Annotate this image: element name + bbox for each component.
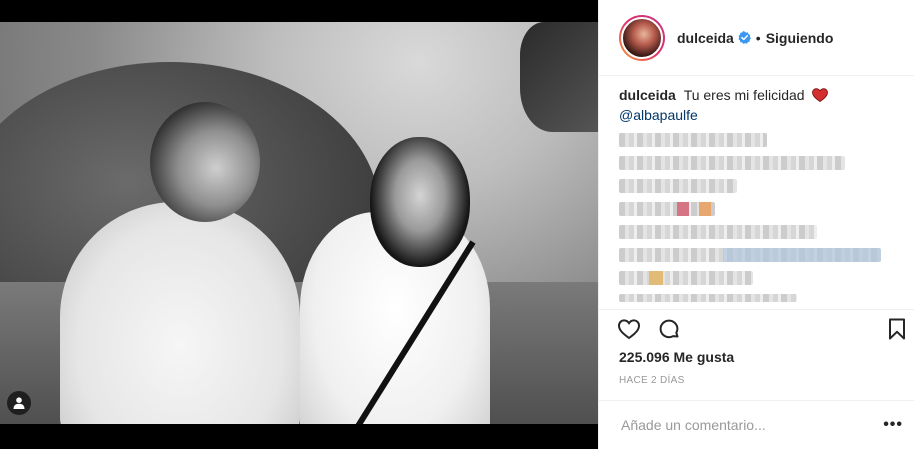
- photo-person-right-head: [370, 137, 470, 267]
- blurred-comment: [619, 156, 845, 170]
- avatar[interactable]: [621, 16, 663, 59]
- red-heart-icon: [812, 88, 829, 106]
- comments-section: dulceida Tu eres mi felicidad @albapaulf…: [619, 86, 899, 302]
- header-text: dulceida • Siguiendo: [677, 30, 833, 46]
- post-photo[interactable]: [0, 22, 598, 424]
- heart-outline-icon: [617, 319, 641, 340]
- more-options-button[interactable]: •••: [883, 417, 903, 433]
- blurred-comment: [619, 202, 715, 216]
- following-button[interactable]: Siguiendo: [766, 30, 834, 46]
- header-username-link[interactable]: dulceida: [677, 30, 734, 46]
- likes-count[interactable]: 225.096 Me gusta: [619, 349, 734, 365]
- bookmark-icon: [889, 318, 905, 340]
- comment-input[interactable]: [621, 417, 884, 433]
- blurred-comment: [619, 271, 753, 285]
- comment-button[interactable]: [655, 316, 683, 342]
- caption-username-link[interactable]: dulceida: [619, 87, 676, 103]
- divider: [599, 309, 914, 310]
- photo-person-left-head: [150, 102, 260, 222]
- blurred-comment: [619, 225, 817, 239]
- blurred-comment: [619, 179, 737, 193]
- caption-text: Tu eres mi felicidad: [683, 87, 805, 103]
- blurred-comment: [619, 248, 881, 262]
- mention-link[interactable]: @albapaulfe: [619, 106, 899, 124]
- post-actions: [615, 316, 911, 342]
- post-sidebar: dulceida • Siguiendo dulceida Tu eres mi…: [598, 0, 914, 449]
- post-photo-pane: [0, 0, 598, 449]
- person-icon: [13, 397, 25, 409]
- verified-badge-icon: [738, 31, 751, 44]
- like-button[interactable]: [615, 316, 643, 342]
- post-timestamp[interactable]: HACE 2 DÍAS: [619, 375, 685, 386]
- comment-bubble-icon: [659, 319, 679, 339]
- story-ring[interactable]: [619, 14, 665, 61]
- comment-bar: •••: [599, 400, 914, 449]
- header-separator: •: [755, 29, 761, 46]
- caption: dulceida Tu eres mi felicidad @albapaulf…: [619, 86, 899, 124]
- save-button[interactable]: [883, 316, 911, 342]
- post-header: dulceida • Siguiendo: [599, 0, 914, 76]
- blurred-comment: [619, 294, 797, 302]
- photo-person-left-dress: [60, 202, 300, 424]
- photo-guitar: [520, 22, 598, 132]
- user-tag-button[interactable]: [7, 391, 31, 415]
- blurred-comment: [619, 133, 767, 147]
